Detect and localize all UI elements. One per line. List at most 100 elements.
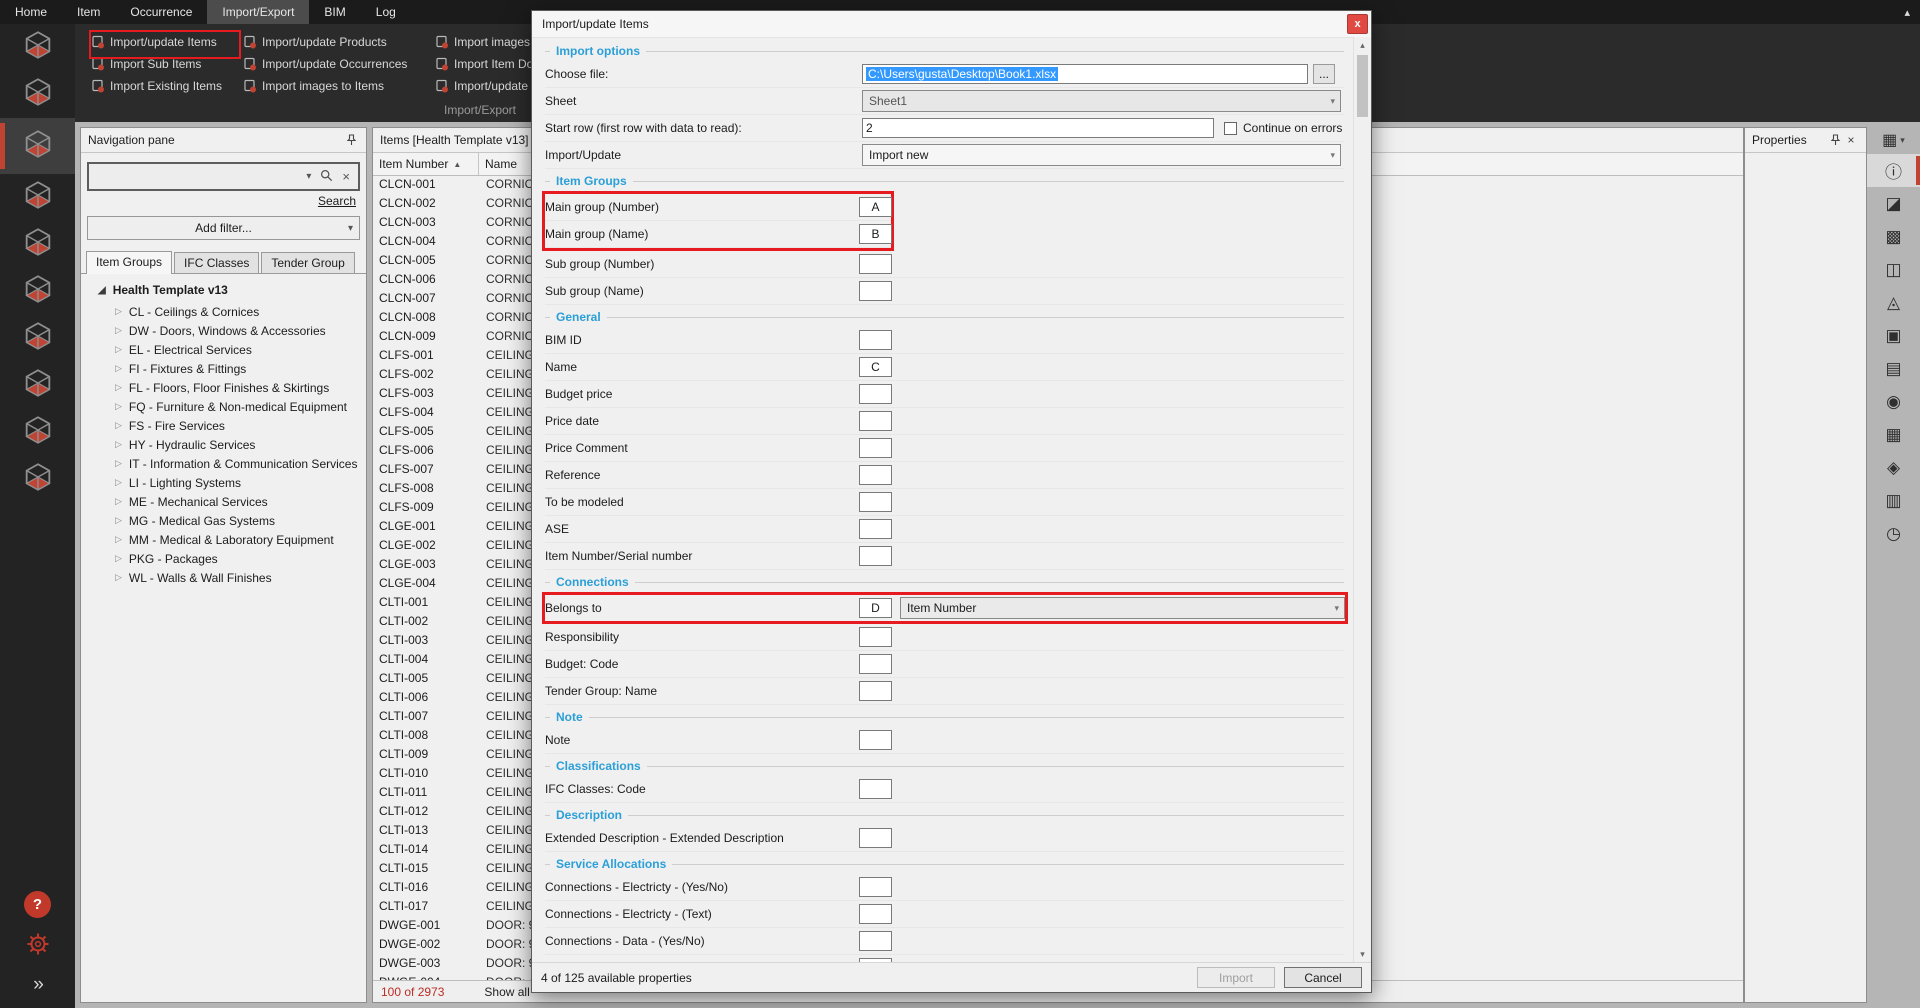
- column-header-item-number[interactable]: Item Number ▲: [373, 153, 479, 175]
- ribbon-collapse-icon[interactable]: ▴: [1904, 6, 1910, 19]
- search-icon[interactable]: [320, 169, 333, 185]
- side-tool-button[interactable]: ▩: [1867, 220, 1920, 253]
- collapsed-arrow-icon[interactable]: ▷: [115, 496, 122, 507]
- import-button[interactable]: Import: [1197, 967, 1275, 988]
- side-tool-button[interactable]: ◈: [1867, 451, 1920, 484]
- tree-item[interactable]: ▷ HY - Hydraulic Services: [85, 435, 362, 454]
- help-button[interactable]: ?: [24, 891, 51, 918]
- continue-on-errors-checkbox[interactable]: [1224, 122, 1237, 135]
- nav-tab[interactable]: Item Groups: [86, 251, 172, 274]
- collapsed-arrow-icon[interactable]: ▷: [115, 325, 122, 336]
- search-input[interactable]: ▾ ×: [87, 162, 360, 191]
- rail-module-button[interactable]: [0, 71, 75, 118]
- chevron-down-icon[interactable]: ▾: [306, 171, 311, 182]
- collapsed-arrow-icon[interactable]: ▷: [115, 382, 122, 393]
- column-letter-input[interactable]: [859, 411, 892, 431]
- tree-item[interactable]: ▷ ME - Mechanical Services: [85, 492, 362, 511]
- dialog-title-bar[interactable]: Import/update Items: [532, 11, 1371, 38]
- side-tool-button[interactable]: ◫: [1867, 253, 1920, 286]
- column-letter-input[interactable]: [859, 828, 892, 848]
- ribbon-button[interactable]: Import/update Products: [243, 31, 435, 53]
- collapsed-arrow-icon[interactable]: ▷: [115, 439, 122, 450]
- menu-tab[interactable]: Log: [361, 0, 411, 24]
- side-tool-button[interactable]: ▤: [1867, 352, 1920, 385]
- tree-item[interactable]: ▷ MG - Medical Gas Systems: [85, 511, 362, 530]
- collapsed-arrow-icon[interactable]: ▷: [115, 477, 122, 488]
- tree-item[interactable]: ▷ WL - Walls & Wall Finishes: [85, 568, 362, 587]
- side-tool-button[interactable]: ⓘ: [1867, 154, 1920, 187]
- column-letter-input[interactable]: [859, 384, 892, 404]
- rail-module-button[interactable]: [0, 174, 75, 221]
- tree-item[interactable]: ▷ LI - Lighting Systems: [85, 473, 362, 492]
- sheet-dropdown[interactable]: Sheet1 ▾: [862, 90, 1341, 112]
- ribbon-button[interactable]: Import/update Occurrences: [243, 53, 435, 75]
- column-letter-input[interactable]: B: [859, 224, 892, 244]
- column-letter-input[interactable]: [859, 465, 892, 485]
- start-row-input[interactable]: 2: [862, 118, 1214, 138]
- rail-module-button[interactable]: [0, 118, 75, 174]
- scroll-down-icon[interactable]: ▾: [1354, 946, 1371, 962]
- column-letter-input[interactable]: [859, 931, 892, 951]
- tree-item[interactable]: ▷ FL - Floors, Floor Finishes & Skirting…: [85, 378, 362, 397]
- collapsed-arrow-icon[interactable]: ▷: [115, 515, 122, 526]
- column-letter-input[interactable]: [859, 330, 892, 350]
- column-letter-input[interactable]: C: [859, 357, 892, 377]
- menu-tab[interactable]: Home: [0, 0, 62, 24]
- dialog-scrollbar[interactable]: ▴ ▾: [1353, 37, 1371, 962]
- column-letter-input[interactable]: A: [859, 197, 892, 217]
- rail-module-button[interactable]: [0, 315, 75, 362]
- column-letter-input[interactable]: [859, 779, 892, 799]
- search-link[interactable]: Search: [91, 194, 356, 208]
- show-all-link[interactable]: Show all: [484, 985, 529, 999]
- rail-module-button[interactable]: [0, 409, 75, 456]
- clear-search-icon[interactable]: ×: [342, 169, 350, 184]
- add-filter-dropdown[interactable]: Add filter... ▾: [87, 216, 360, 240]
- browse-button[interactable]: ...: [1313, 64, 1335, 84]
- ribbon-button[interactable]: Import/update Items: [91, 31, 243, 53]
- pin-icon[interactable]: [1827, 134, 1843, 146]
- column-letter-input[interactable]: [859, 281, 892, 301]
- ribbon-button[interactable]: Import Sub Items: [91, 53, 243, 75]
- dialog-close-button[interactable]: x: [1347, 14, 1368, 34]
- expand-rail-button[interactable]: »: [33, 974, 42, 996]
- side-tool-button[interactable]: ◷: [1867, 517, 1920, 550]
- collapsed-arrow-icon[interactable]: ▷: [115, 458, 122, 469]
- tree-item[interactable]: ▷ PKG - Packages: [85, 549, 362, 568]
- tree-item[interactable]: ▷ EL - Electrical Services: [85, 340, 362, 359]
- tree-item[interactable]: ▷ IT - Information & Communication Servi…: [85, 454, 362, 473]
- import-update-dropdown[interactable]: Import new ▾: [862, 144, 1341, 166]
- side-tool-button[interactable]: ▥: [1867, 484, 1920, 517]
- close-icon[interactable]: ×: [1843, 133, 1859, 147]
- nav-tab[interactable]: IFC Classes: [174, 252, 259, 273]
- cancel-button[interactable]: Cancel: [1284, 967, 1362, 988]
- side-tool-button[interactable]: ◬: [1867, 286, 1920, 319]
- column-letter-input[interactable]: [859, 904, 892, 924]
- tree-item[interactable]: ▷ FS - Fire Services: [85, 416, 362, 435]
- menu-tab[interactable]: BIM: [309, 0, 360, 24]
- tree-root[interactable]: ◢ Health Template v13: [85, 282, 362, 302]
- layout-button[interactable]: ▦ ▾: [1867, 126, 1920, 154]
- scroll-up-icon[interactable]: ▴: [1354, 37, 1371, 53]
- menu-tab[interactable]: Item: [62, 0, 115, 24]
- column-letter-input[interactable]: [859, 546, 892, 566]
- collapsed-arrow-icon[interactable]: ▷: [115, 306, 122, 317]
- collapsed-arrow-icon[interactable]: ▷: [115, 572, 122, 583]
- side-tool-button[interactable]: ◉: [1867, 385, 1920, 418]
- column-letter-input[interactable]: D: [859, 598, 892, 618]
- rail-module-button[interactable]: [0, 362, 75, 409]
- column-letter-input[interactable]: [859, 730, 892, 750]
- tree-item[interactable]: ▷ CL - Ceilings & Cornices: [85, 302, 362, 321]
- collapsed-arrow-icon[interactable]: ▷: [115, 534, 122, 545]
- collapsed-arrow-icon[interactable]: ▷: [115, 363, 122, 374]
- choose-file-input[interactable]: C:\Users\gusta\Desktop\Book1.xlsx: [862, 64, 1308, 84]
- column-letter-input[interactable]: [859, 254, 892, 274]
- column-letter-input[interactable]: [859, 627, 892, 647]
- column-letter-input[interactable]: [859, 654, 892, 674]
- tree-item[interactable]: ▷ MM - Medical & Laboratory Equipment: [85, 530, 362, 549]
- collapsed-arrow-icon[interactable]: ▷: [115, 420, 122, 431]
- menu-tab[interactable]: Import/Export: [207, 0, 309, 24]
- tree-item[interactable]: ▷ FI - Fixtures & Fittings: [85, 359, 362, 378]
- rail-module-button[interactable]: [0, 221, 75, 268]
- side-tool-button[interactable]: ▦: [1867, 418, 1920, 451]
- column-letter-input[interactable]: [859, 492, 892, 512]
